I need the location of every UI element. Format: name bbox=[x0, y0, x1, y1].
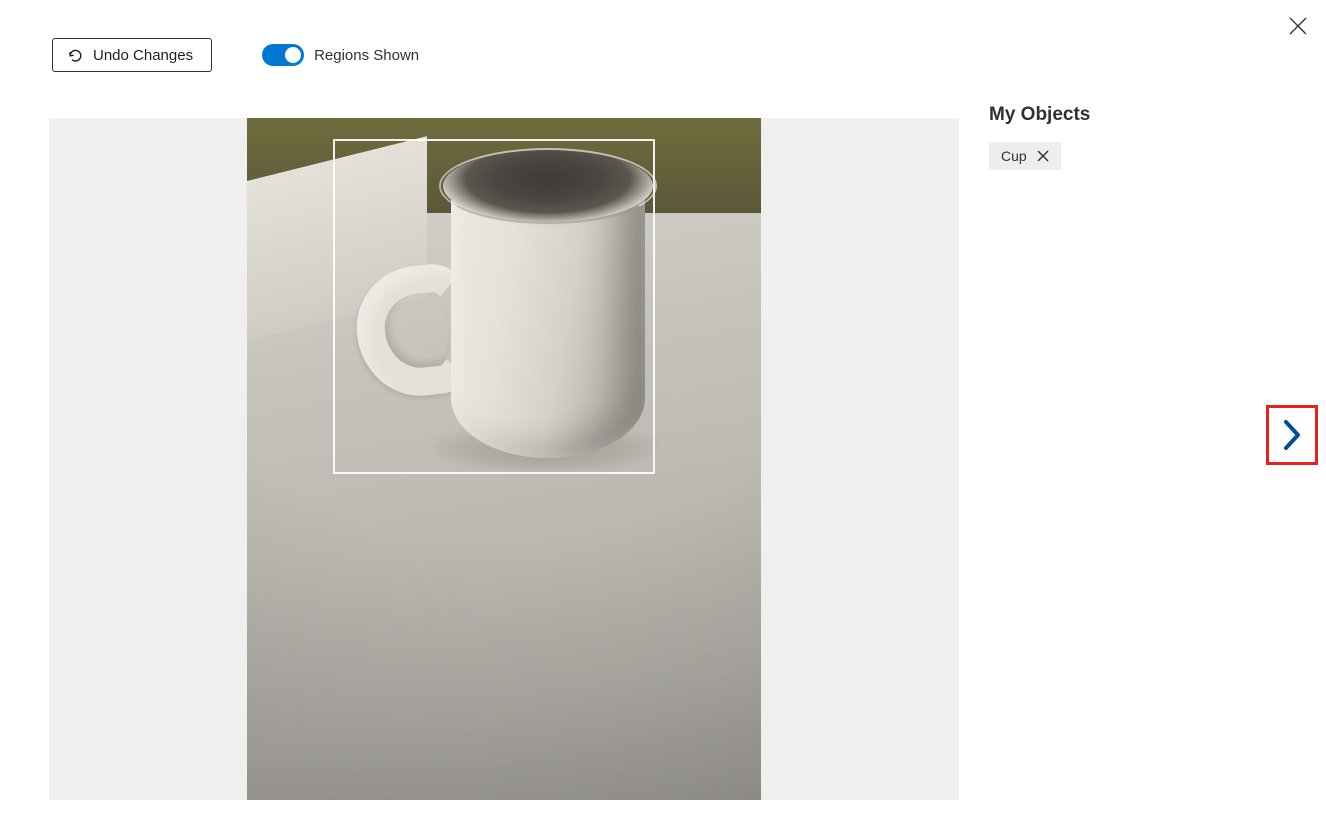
objects-panel-title: My Objects bbox=[989, 104, 1289, 126]
close-button[interactable] bbox=[1286, 14, 1310, 38]
next-image-button[interactable] bbox=[1266, 405, 1318, 465]
training-image[interactable] bbox=[247, 118, 761, 800]
regions-toggle-group: Regions Shown bbox=[262, 44, 419, 66]
object-tag[interactable]: Cup bbox=[989, 142, 1061, 170]
region-bounding-box[interactable] bbox=[333, 139, 655, 474]
regions-toggle-label: Regions Shown bbox=[314, 47, 419, 64]
close-icon bbox=[1289, 17, 1307, 35]
remove-tag-button[interactable] bbox=[1035, 148, 1051, 164]
toggle-knob bbox=[285, 47, 301, 63]
object-tag-label: Cup bbox=[1001, 148, 1027, 164]
toolbar: Undo Changes Regions Shown bbox=[52, 38, 419, 72]
chevron-right-icon bbox=[1281, 418, 1303, 452]
undo-icon bbox=[67, 47, 83, 63]
close-icon bbox=[1037, 150, 1049, 162]
undo-label: Undo Changes bbox=[93, 47, 193, 64]
regions-toggle[interactable] bbox=[262, 44, 304, 66]
objects-panel: My Objects Cup bbox=[989, 104, 1289, 170]
undo-changes-button[interactable]: Undo Changes bbox=[52, 38, 212, 72]
image-canvas[interactable] bbox=[49, 118, 959, 800]
